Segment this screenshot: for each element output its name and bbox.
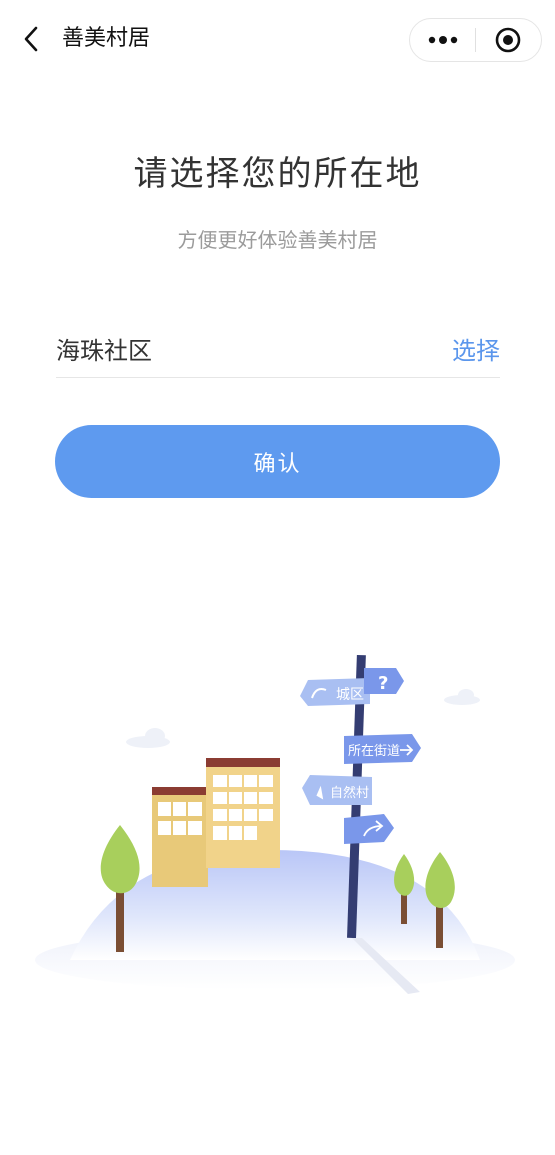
select-location-title: 请选择您的所在地	[133, 154, 422, 194]
page-title-nav: 善美村居	[62, 26, 151, 51]
confirm-button[interactable]: 确认	[55, 425, 500, 498]
sign-arrow	[344, 814, 394, 844]
more-dots-icon	[428, 36, 457, 44]
more-button[interactable]	[410, 19, 475, 61]
sign-city: 城区	[300, 678, 370, 706]
target-circle-icon	[496, 27, 521, 53]
svg-text:城区: 城区	[336, 687, 364, 703]
svg-text:?: ?	[378, 673, 388, 694]
mini-program-capsule	[409, 18, 542, 62]
svg-text:所在街道: 所在街道	[348, 744, 400, 759]
select-location-subtitle: 方便更好体验善美村居	[177, 228, 378, 252]
close-button[interactable]	[476, 19, 541, 61]
building-right	[206, 758, 280, 868]
sign-question: ?	[364, 668, 404, 694]
navigation-bar: 善美村居	[0, 0, 555, 80]
back-button[interactable]	[14, 22, 48, 56]
chevron-left-icon	[24, 26, 38, 52]
location-value: 海珠社区	[56, 337, 152, 365]
location-illustration: 城区 ? 所在街道 自然村	[35, 654, 515, 994]
location-row[interactable]: 海珠社区 选择	[56, 320, 500, 378]
select-location-link[interactable]: 选择	[452, 331, 500, 366]
sign-street: 所在街道	[344, 734, 421, 764]
sign-village: 自然村	[302, 775, 372, 805]
building-left	[152, 787, 208, 887]
svg-text:自然村: 自然村	[330, 785, 369, 801]
